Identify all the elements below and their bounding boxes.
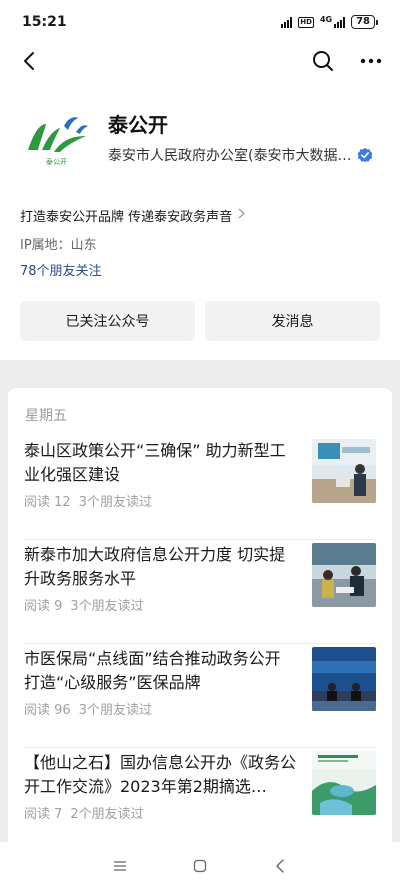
system-nav-bar (0, 842, 400, 889)
article-title: 【他山之石】国办信息公开办《政务公开工作交流》2023年第2期摘选… (24, 753, 297, 796)
account-description[interactable]: 打造泰安公开品牌 传递泰安政务声音 (20, 206, 380, 225)
back-icon[interactable] (265, 851, 295, 881)
article-item[interactable]: 新泰市加大政府信息公开力度 切实提升政务服务水平 阅读 9 3个朋友读过 (24, 540, 376, 644)
battery-icon: 78 (351, 15, 378, 29)
more-dots-icon[interactable] (356, 46, 386, 76)
battery-level: 78 (351, 15, 375, 29)
article-thumbnail (312, 647, 376, 711)
back-arrow-icon[interactable] (14, 46, 44, 76)
article-meta: 阅读 9 3个朋友读过 (24, 595, 144, 614)
ip-location: IP属地：山东 (20, 238, 97, 253)
status-icons: HD 4G 78 (281, 15, 378, 29)
message-card: 星期五 泰山区政策公开“三确保” 助力新型工业化强区建设 阅读 12 3个朋友读过… (8, 388, 392, 842)
article-thumbnail (312, 751, 376, 815)
friends-read: 2个朋友读过 (70, 807, 144, 822)
friends-read: 3个朋友读过 (78, 495, 152, 510)
status-bar: 15:21 HD 4G 78 (0, 0, 400, 44)
menu-icon[interactable] (105, 851, 135, 881)
action-buttons: 已关注公众号 发消息 (0, 301, 400, 341)
send-message-button[interactable]: 发消息 (205, 301, 380, 341)
signal-4g-icon (334, 16, 346, 28)
read-count: 阅读 7 (24, 807, 63, 822)
account-name: 泰公开 (108, 113, 168, 137)
top-nav (0, 44, 400, 78)
followed-button[interactable]: 已关注公众号 (20, 301, 195, 341)
article-meta: 阅读 7 2个朋友读过 (24, 803, 144, 822)
signal-icon (281, 16, 293, 28)
article-title: 市医保局“点线面”结合推动政务公开 打造“心级服务”医保品牌 (24, 649, 281, 692)
search-icon[interactable] (308, 46, 338, 76)
friends-read: 3个朋友读过 (70, 599, 144, 614)
status-time: 15:21 (22, 14, 67, 30)
day-label: 星期五 (25, 408, 67, 424)
article-title: 新泰市加大政府信息公开力度 切实提升政务服务水平 (24, 545, 286, 588)
friends-read: 3个朋友读过 (78, 703, 152, 718)
slogan-text: 打造泰安公开品牌 传递泰安政务声音 (20, 210, 233, 225)
article-thumbnail (312, 543, 376, 607)
friends-following-link[interactable]: 78个朋友关注 (20, 260, 380, 279)
read-count: 阅读 9 (24, 599, 63, 614)
hd-icon: HD (298, 16, 314, 28)
article-meta: 阅读 12 3个朋友读过 (24, 491, 152, 510)
article-meta: 阅读 96 3个朋友读过 (24, 699, 152, 718)
read-count: 阅读 96 (24, 703, 71, 718)
article-item[interactable]: 市医保局“点线面”结合推动政务公开 打造“心级服务”医保品牌 阅读 96 3个朋友… (24, 644, 376, 748)
article-title: 泰山区政策公开“三确保” 助力新型工业化强区建设 (24, 441, 286, 484)
logo-text: 泰公开 (46, 157, 67, 166)
verified-badge-icon (358, 147, 373, 163)
account-profile: 泰公开 泰公开 泰安市人民政府办公室(泰安市大数据… (0, 78, 400, 178)
article-item[interactable]: 【他山之石】国办信息公开办《政务公开工作交流》2023年第2期摘选… 阅读 7 2… (24, 748, 376, 842)
read-count: 阅读 12 (24, 495, 71, 510)
article-item[interactable]: 泰山区政策公开“三确保” 助力新型工业化强区建设 阅读 12 3个朋友读过 (24, 436, 376, 540)
account-owner[interactable]: 泰安市人民政府办公室(泰安市大数据… (108, 145, 351, 165)
chevron-right-icon (238, 208, 246, 223)
account-logo[interactable]: 泰公开 (20, 102, 92, 174)
home-icon[interactable] (185, 851, 215, 881)
network-label: 4G (319, 14, 333, 24)
article-thumbnail (312, 439, 376, 503)
